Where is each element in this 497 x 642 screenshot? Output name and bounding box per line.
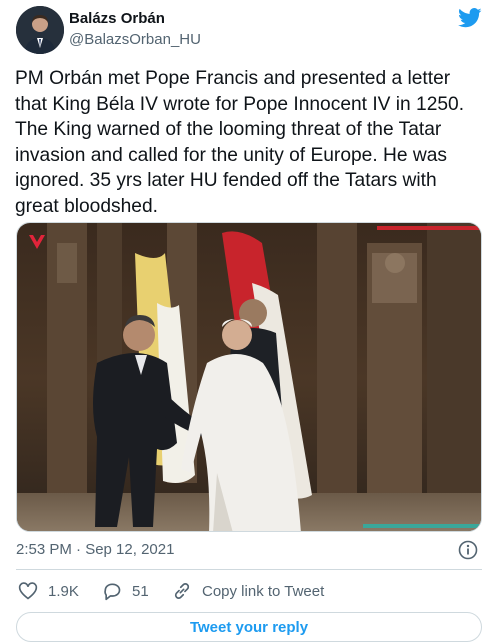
like-count: 1.9K [48,582,79,600]
tweet-photo[interactable] [16,222,482,532]
divider [16,569,482,570]
avatar[interactable] [16,6,64,54]
copy-link-label: Copy link to Tweet [202,582,325,600]
reply-icon [104,583,121,601]
reply-count: 51 [132,582,149,600]
tweet-timestamp[interactable]: 2:53 PM · Sep 12, 2021 [16,541,174,558]
like-button[interactable]: 1.9K [18,580,79,602]
info-icon[interactable] [458,540,478,560]
reply-button[interactable]: 51 [102,580,149,602]
link-icon [174,583,190,599]
copy-link-button[interactable]: Copy link to Tweet [172,580,324,602]
twitter-bird-icon[interactable] [458,8,482,28]
author-name[interactable]: Balázs Orbán [69,10,165,27]
tweet-card: Balázs Orbán @BalazsOrban_HU PM Orbán me… [0,0,497,642]
author-handle[interactable]: @BalazsOrban_HU [69,31,201,48]
heart-icon [18,582,38,600]
tweet-text: PM Orbán met Pope Francis and presented … [15,68,465,217]
